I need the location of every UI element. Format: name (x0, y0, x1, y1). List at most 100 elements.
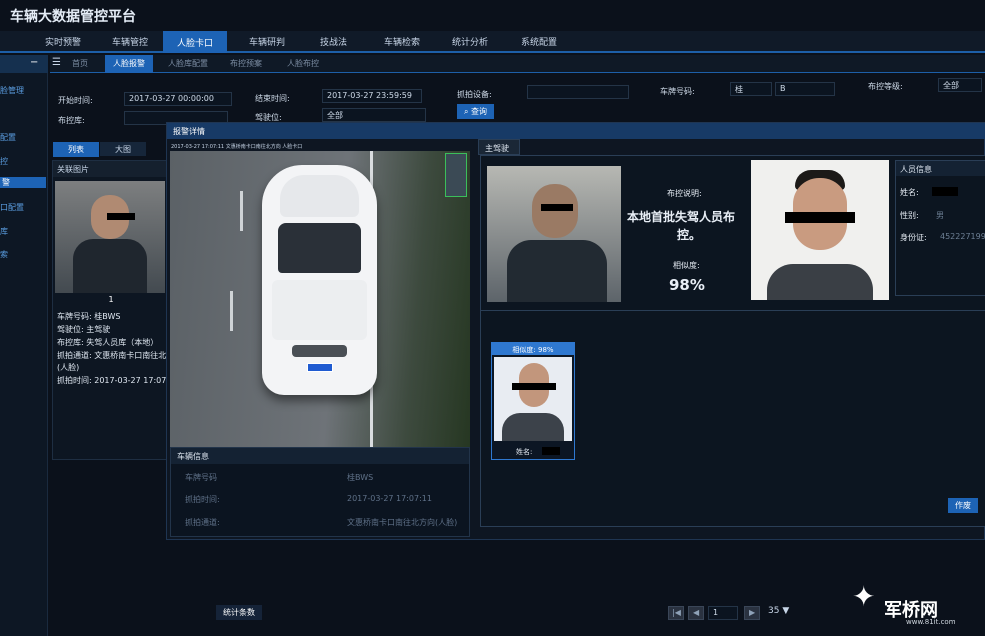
person-gender-label: 性别: (900, 211, 919, 220)
page-size-select[interactable]: 35 ▼ (768, 606, 789, 616)
candidate-name-label: 姓名: (516, 448, 533, 456)
privacy-bar (932, 187, 958, 196)
nav-vehicle-search[interactable]: 车辆检索 (384, 35, 420, 48)
prev-page-button[interactable]: ◀ (688, 606, 704, 620)
plate-prefix-select[interactable]: 桂 (730, 82, 772, 96)
nav-face-checkpoint[interactable]: 人脸卡口 (163, 31, 228, 53)
sidebar: − 脸管理 配置 控 警 口配置 库 索 (0, 55, 48, 636)
nav-realtime-alert[interactable]: 实时预警 (45, 35, 81, 48)
seat-text: 驾驶位: 主驾驶 (57, 325, 111, 334)
plate-input[interactable]: B (775, 82, 835, 96)
nav-vehicle-control[interactable]: 车辆管控 (112, 35, 148, 48)
nav-tactics[interactable]: 技战法 (320, 35, 347, 48)
library-label: 布控库: (58, 116, 85, 125)
sidebar-item-alert[interactable]: 警 (0, 177, 46, 188)
watermark-url: www.81it.com (906, 618, 956, 626)
car-windshield (278, 223, 361, 273)
sidebar-item-control[interactable]: 控 (0, 156, 8, 167)
vehicle-info-header: 车辆信息 (171, 448, 469, 464)
menu-icon[interactable]: ☰ (52, 57, 61, 68)
sidebar-item-checkpoint-config[interactable]: 口配置 (0, 202, 24, 213)
app-root: 车辆大数据管控平台 实时预警 车辆管控 人脸卡口 车辆研判 技战法 车辆检索 统… (0, 0, 985, 636)
license-plate (307, 363, 333, 372)
related-image-header: 关联图片 (53, 161, 169, 177)
start-time-label: 开始时间: (58, 96, 93, 105)
tab-face-control[interactable]: 人脸布控 (287, 58, 319, 69)
tab-main-driver[interactable]: 主驾驶 (478, 139, 520, 155)
vehicle-plate-value: 桂BWS (347, 473, 374, 482)
lane-marking (240, 191, 243, 231)
void-button[interactable]: 作废 (948, 498, 978, 513)
person-info-header: 人员信息 (896, 161, 985, 176)
person-info-panel: 人员信息 姓名: 性别: 男 身份证: 452227199 (895, 160, 985, 296)
registered-face-photo[interactable] (751, 160, 889, 300)
modal-header: 报警详情 (167, 123, 985, 139)
seat-select[interactable]: 全部 (322, 108, 426, 122)
star-logo-icon: ✦ (852, 580, 876, 613)
search-icon: ⌕ (464, 107, 472, 116)
page-input[interactable]: 1 (708, 606, 738, 620)
app-title: 车辆大数据管控平台 (10, 9, 136, 25)
end-time-label: 结束时间: (255, 94, 290, 103)
privacy-bar (541, 204, 573, 211)
face-shape (532, 184, 578, 238)
level-select[interactable]: 全部 (938, 78, 982, 92)
match-candidate-card[interactable]: 相似度: 98% 姓名: (491, 342, 575, 460)
stat-count-label: 统计条数 (216, 605, 262, 620)
search-button[interactable]: ⌕ 查询 (457, 104, 495, 119)
sidebar-item-config[interactable]: 配置 (0, 132, 16, 143)
first-page-icon: |◀ (672, 608, 681, 617)
sidebar-item-library[interactable]: 库 (0, 226, 8, 237)
privacy-bar (542, 447, 560, 455)
person-name-label: 姓名: (900, 188, 919, 197)
captured-face-image[interactable] (487, 166, 621, 302)
device-input[interactable] (527, 85, 629, 99)
tab-home[interactable]: 首页 (72, 58, 88, 69)
privacy-bar (107, 213, 135, 220)
nav-vehicle-analysis[interactable]: 车辆研判 (249, 35, 285, 48)
vehicle-plate-label: 车牌号码 (185, 473, 217, 482)
camera-overlay-text: 2017-03-27 17:07:11 文惠桥南卡口南往北方向 人脸卡口 (171, 144, 303, 150)
person-gender-value: 男 (936, 211, 944, 220)
car-grill (292, 345, 347, 357)
lane-marking (230, 291, 233, 331)
vehicle-time-value: 2017-03-27 17:07:11 (347, 494, 432, 503)
channel-text-2: (人脸) (57, 363, 80, 372)
search-button-label: 查询 (471, 107, 488, 116)
divider (481, 310, 985, 311)
nav-system-config[interactable]: 系统配置 (521, 35, 557, 48)
modal-title: 报警详情 (173, 127, 205, 136)
related-face-thumbnail[interactable] (55, 181, 165, 293)
device-label: 抓拍设备: (457, 90, 492, 99)
shirt-shape (502, 413, 564, 441)
nav-statistics[interactable]: 统计分析 (452, 35, 488, 48)
top-navigation: 实时预警 车辆管控 人脸卡口 车辆研判 技战法 车辆检索 统计分析 系统配置 (0, 31, 985, 53)
vehicle-channel-label: 抓拍通道: (185, 518, 220, 527)
description-label: 布控说明: (667, 189, 702, 198)
match-panel: 布控说明: 本地首批失驾人员布 控。 相似度: 98% 人员信息 姓名: 性别:… (480, 155, 985, 527)
view-tab-list[interactable]: 列表 (53, 142, 99, 157)
first-page-button[interactable]: |◀ (668, 606, 684, 620)
body-shape (73, 239, 147, 293)
plate-number-text: 车牌号码: 桂BWS (57, 312, 121, 321)
similarity-label: 相似度: (673, 261, 700, 270)
sidebar-item-search[interactable]: 索 (0, 249, 8, 260)
description-text-line2: 控。 (677, 228, 702, 242)
tab-face-alert[interactable]: 人脸报警 (105, 55, 153, 73)
sidebar-item-face-manage[interactable]: 脸管理 (0, 85, 24, 96)
capture-image[interactable] (170, 151, 470, 447)
sidebar-collapse[interactable]: − (0, 55, 48, 73)
tab-face-library[interactable]: 人脸库配置 (168, 58, 208, 69)
start-time-input[interactable]: 2017-03-27 00:00:00 (124, 92, 232, 106)
face-crop-thumbnail[interactable] (445, 153, 467, 197)
tab-control-plan[interactable]: 布控预案 (230, 58, 262, 69)
tab-bar: ☰ 首页 人脸报警 人脸库配置 布控预案 人脸布控 (50, 55, 985, 73)
car-hood (272, 280, 367, 340)
candidate-similarity: 相似度: 98% (492, 343, 574, 355)
view-tab-big[interactable]: 大图 (100, 142, 146, 156)
library-text: 布控库: 失驾人员库（本地） (57, 338, 159, 347)
end-time-input[interactable]: 2017-03-27 23:59:59 (322, 89, 422, 103)
vehicle-time-label: 抓拍时间: (185, 495, 220, 504)
next-page-button[interactable]: ▶ (744, 606, 760, 620)
body-shape (507, 240, 607, 302)
